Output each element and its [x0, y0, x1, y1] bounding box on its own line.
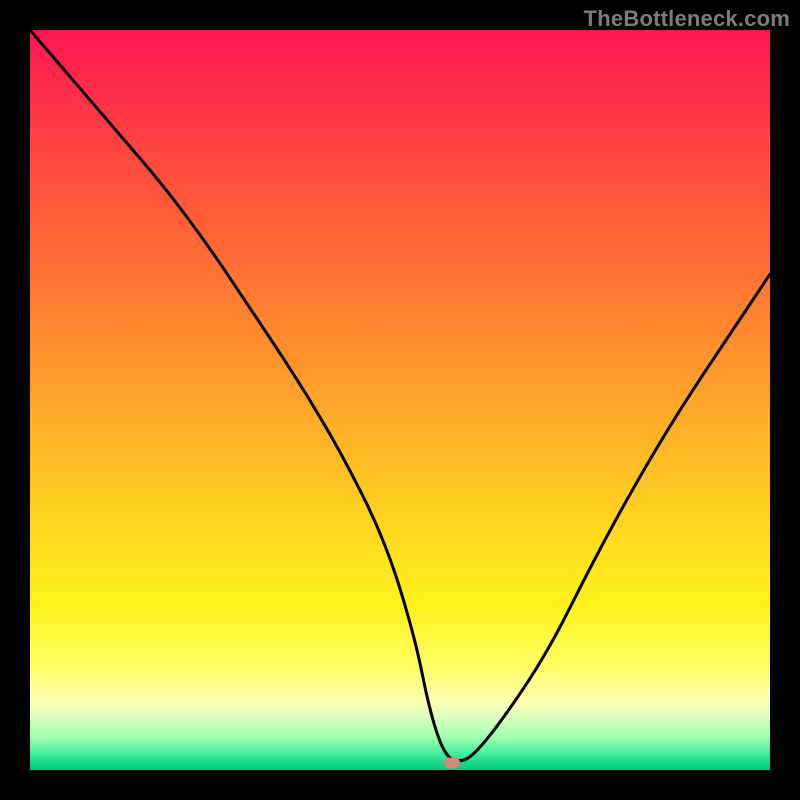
- plot-svg: [30, 30, 770, 770]
- gradient-rect: [30, 30, 770, 770]
- plot-area: [30, 30, 770, 770]
- watermark-text: TheBottleneck.com: [584, 6, 790, 32]
- optimum-marker: [444, 757, 460, 768]
- chart-container: TheBottleneck.com: [0, 0, 800, 800]
